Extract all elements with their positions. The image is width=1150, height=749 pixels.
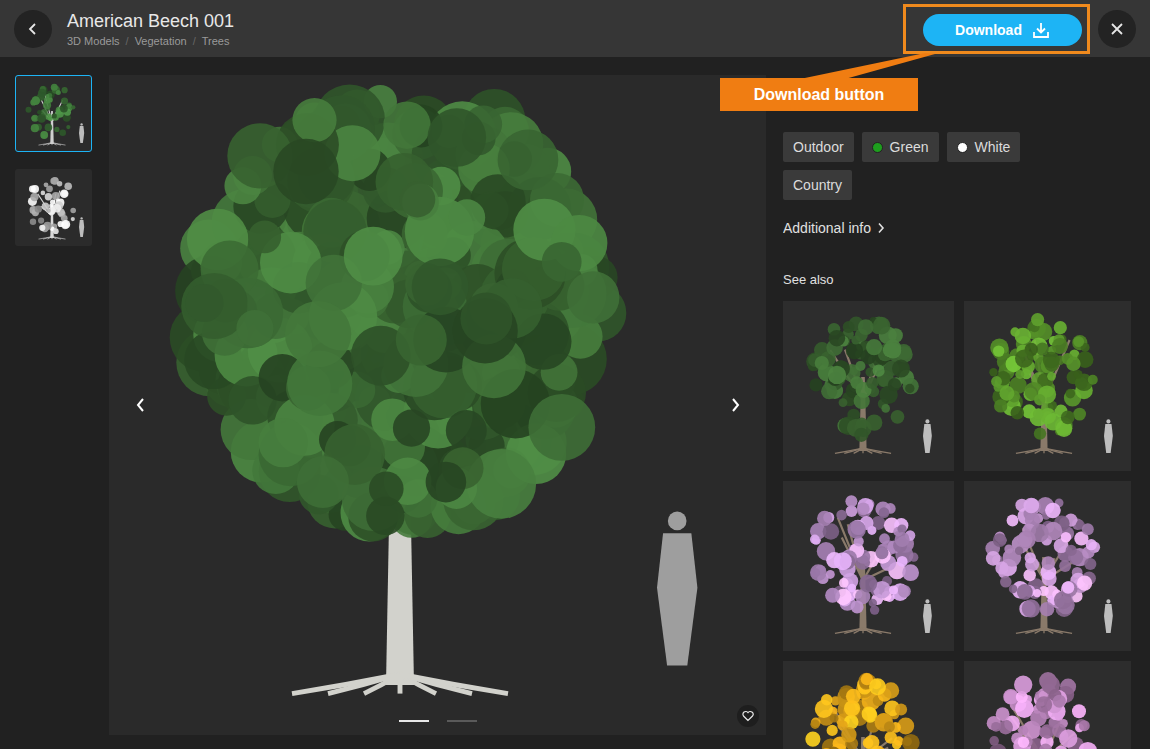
additional-info-link[interactable]: Additional info (783, 220, 1131, 236)
annotation-highlight: Download (903, 4, 1090, 54)
heart-icon (742, 710, 754, 722)
model-viewer[interactable] (109, 75, 766, 735)
tree-thumbnail-icon (964, 481, 1131, 651)
close-icon (1110, 22, 1124, 36)
tag[interactable]: Green (862, 132, 939, 162)
details-panel: Outdoor Green White Country Additional info S… (783, 75, 1131, 749)
see-also-card[interactable] (783, 481, 954, 651)
page-indicator[interactable] (399, 720, 429, 722)
tree-thumbnail-icon (16, 170, 91, 245)
tag-label: Green (890, 139, 929, 155)
additional-info-label: Additional info (783, 220, 871, 236)
color-dot (872, 142, 883, 153)
top-bar: American Beech 001 3D Models / Vegetation / T… (0, 0, 1150, 57)
thumbnail[interactable] (15, 75, 92, 152)
thumbnail-list (15, 75, 92, 749)
tag[interactable]: Country (783, 170, 852, 200)
favorite-button[interactable] (737, 705, 759, 727)
tree-thumbnail-icon (964, 661, 1131, 749)
tree-thumbnail-icon (964, 301, 1131, 471)
breadcrumb-separator: / (193, 35, 196, 47)
pagination (399, 720, 477, 722)
download-button[interactable]: Download (923, 14, 1082, 46)
tag-label: Country (793, 177, 842, 193)
breadcrumb-item[interactable]: Vegetation (135, 35, 187, 47)
download-icon (1032, 21, 1050, 39)
see-also-grid (783, 301, 1131, 749)
next-button[interactable] (723, 393, 747, 417)
tag-label: White (975, 139, 1011, 155)
asset-title: American Beech 001 (67, 11, 903, 32)
breadcrumb-item[interactable]: 3D Models (67, 35, 120, 47)
tree-preview-icon (109, 75, 766, 735)
chevron-left-icon (135, 397, 147, 413)
chevron-left-icon (26, 22, 40, 36)
tag[interactable]: Outdoor (783, 132, 854, 162)
color-dot (957, 142, 968, 153)
tree-thumbnail-icon (783, 301, 954, 471)
see-also-card[interactable] (783, 301, 954, 471)
close-button[interactable] (1098, 10, 1136, 48)
previous-button[interactable] (129, 393, 153, 417)
page-indicator[interactable] (447, 720, 477, 722)
tag[interactable]: White (947, 132, 1021, 162)
title-block: American Beech 001 3D Models / Vegetation / T… (67, 11, 903, 47)
tag-list: Outdoor Green White Country (783, 132, 1053, 200)
callout-pointer-icon (0, 0, 1150, 749)
download-label: Download (955, 22, 1022, 38)
breadcrumb-separator: / (126, 35, 129, 47)
chevron-right-icon (877, 222, 885, 234)
see-also-card[interactable] (783, 661, 954, 749)
breadcrumb-item[interactable]: Trees (202, 35, 230, 47)
content-area: Outdoor Green White Country Additional info S… (0, 57, 1150, 749)
see-also-title: See also (783, 272, 1131, 287)
breadcrumbs: 3D Models / Vegetation / Trees (67, 35, 903, 47)
tree-thumbnail-icon (783, 481, 954, 651)
tree-thumbnail-icon (783, 661, 954, 749)
chevron-right-icon (729, 397, 741, 413)
see-also-card[interactable] (964, 661, 1131, 749)
annotation-label: Download button (720, 78, 918, 111)
see-also-card[interactable] (964, 481, 1131, 651)
see-also-card[interactable] (964, 301, 1131, 471)
tree-thumbnail-icon (16, 76, 91, 151)
thumbnail[interactable] (15, 169, 92, 246)
tag-label: Outdoor (793, 139, 844, 155)
back-button[interactable] (14, 10, 52, 48)
